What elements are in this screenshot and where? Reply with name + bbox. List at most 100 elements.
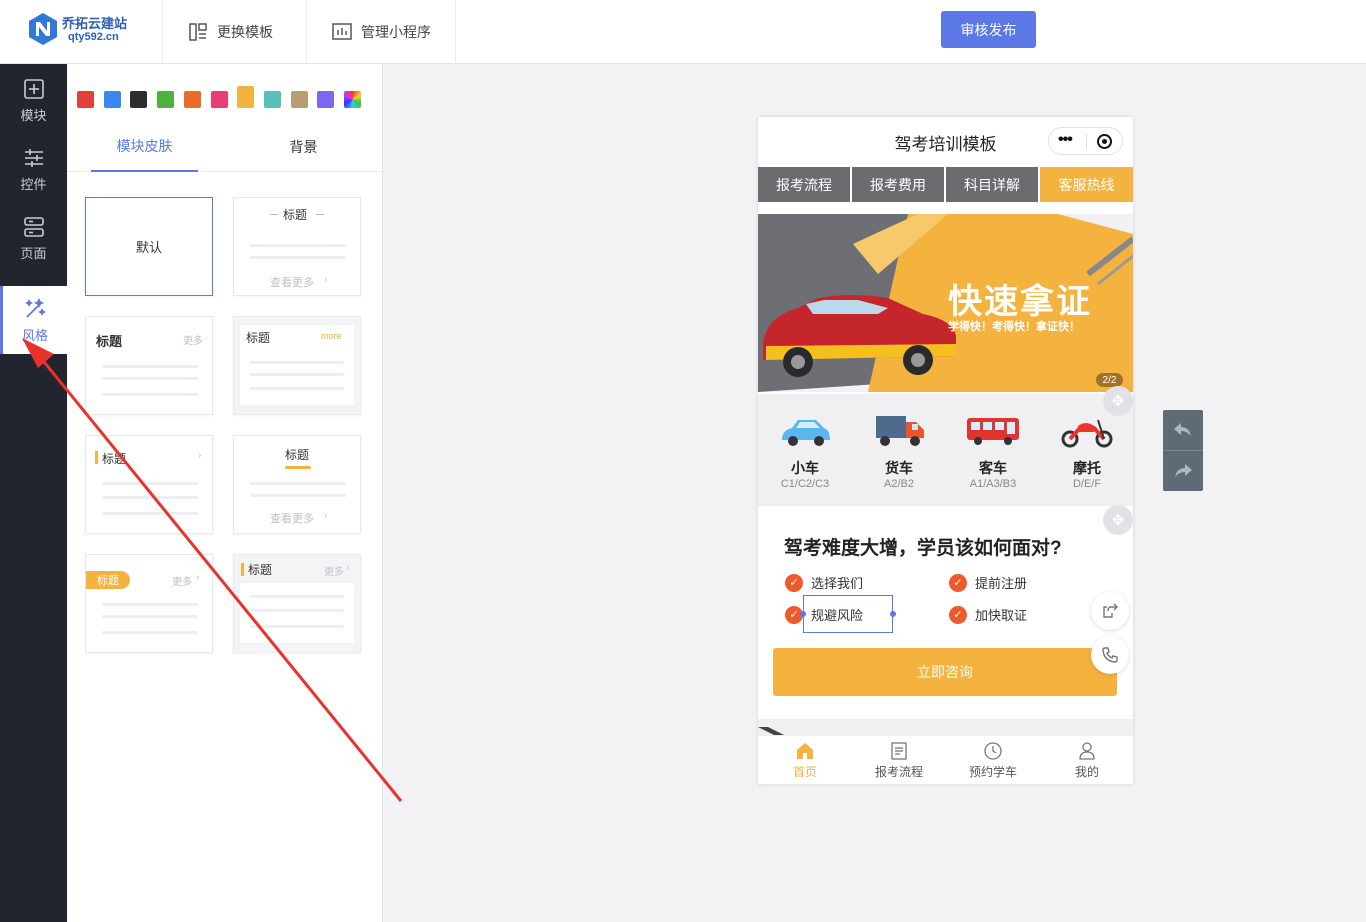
- move-handle-icon[interactable]: ✥: [1103, 505, 1133, 535]
- placeholder-line: [250, 595, 344, 598]
- tab-module-skin[interactable]: 模块皮肤: [91, 122, 198, 172]
- check-item: ✓ 选择我们: [785, 573, 863, 592]
- redo-button[interactable]: [1163, 451, 1203, 491]
- template-icon: [189, 23, 207, 41]
- color-swatch[interactable]: [210, 91, 228, 108]
- car-icon: [782, 420, 830, 446]
- vehicle-code: A1/A3/B3: [969, 478, 1017, 490]
- skin-title: 标题: [285, 448, 310, 462]
- phone-tab-2[interactable]: 报考费用: [852, 167, 944, 202]
- color-swatch[interactable]: [130, 91, 148, 108]
- vehicle-name: 货车: [885, 460, 913, 476]
- publish-button[interactable]: 审核发布: [941, 11, 1036, 48]
- placeholder-line: [102, 603, 198, 606]
- manage-miniprogram-button[interactable]: 管理小程序: [306, 0, 456, 64]
- share-button[interactable]: [1091, 592, 1129, 630]
- vehicle-item[interactable]: 货车 A2/B2: [852, 412, 946, 502]
- skin-card-underline-title[interactable]: 标题 查看更多 ›: [233, 435, 361, 534]
- nav-page-label: 页面: [20, 245, 47, 261]
- color-swatch[interactable]: [317, 91, 335, 108]
- nav-style-label: 风格: [21, 327, 48, 343]
- style-panel: 模块皮肤 背景 默认 标题 查看更多 › 标题 更多 标题 more 标题 › …: [67, 64, 383, 922]
- color-swatch[interactable]: [183, 91, 201, 108]
- motorcycle-icon: [1061, 419, 1113, 448]
- phone-header: 驾考培训模板 •••: [758, 117, 1133, 167]
- document-icon: [891, 742, 907, 760]
- change-template-button[interactable]: 更换模板: [162, 0, 297, 64]
- consult-button[interactable]: 立即咨询: [773, 648, 1117, 696]
- placeholder-line: [102, 615, 198, 618]
- pill-title: 标题: [86, 571, 130, 589]
- color-swatch[interactable]: [77, 91, 94, 108]
- resize-handle-right[interactable]: [890, 611, 896, 617]
- close-target-icon[interactable]: [1097, 134, 1112, 149]
- tabbar-label: 报考流程: [874, 765, 923, 779]
- placeholder-line: [102, 496, 198, 499]
- dash-right: [316, 214, 324, 215]
- check-icon: ✓: [949, 573, 967, 592]
- chevron-right-icon: ›: [324, 274, 328, 285]
- chevron-right-icon: ›: [324, 510, 328, 521]
- skin-inner-box: [240, 583, 354, 643]
- chevron-right-icon: ›: [346, 562, 350, 573]
- skin-card-grey-bar[interactable]: 标题 更多 ›: [233, 554, 361, 653]
- tabbar-mine[interactable]: 我的: [1040, 736, 1133, 784]
- color-swatch[interactable]: [103, 91, 121, 108]
- check-label: 选择我们: [811, 576, 864, 591]
- logo-name: 乔拓云建站: [62, 16, 128, 31]
- text-selection-box[interactable]: [803, 595, 893, 633]
- skin-card-bar-title[interactable]: 标题 ›: [85, 435, 213, 534]
- tabbar-booking[interactable]: 预约学车: [946, 736, 1040, 784]
- placeholder-line: [250, 256, 346, 259]
- nav-item-page[interactable]: 页面: [0, 204, 67, 272]
- tab-background[interactable]: 背景: [250, 122, 357, 172]
- skin-card-centered-dash[interactable]: 标题 查看更多 ›: [233, 197, 361, 296]
- phone-nav-tabs: 报考流程 报考费用 科目详解 客服热线: [758, 167, 1133, 202]
- section-divider: [758, 719, 1133, 735]
- banner-carousel[interactable]: 快速拿证 学得快！考得快！拿证快！ 2/2: [758, 214, 1133, 392]
- check-icon: ✓: [949, 605, 967, 624]
- logo[interactable]: 乔拓云建站 qty592.cn: [26, 10, 156, 54]
- vehicle-item[interactable]: 小车 C1/C2/C3: [758, 412, 852, 502]
- color-swatch[interactable]: [237, 86, 255, 108]
- tabbar-label: 预约学车: [968, 765, 1017, 779]
- title-bar-accent: [95, 451, 98, 464]
- undo-button[interactable]: [1163, 410, 1203, 450]
- move-handle-icon[interactable]: ✥: [1103, 386, 1133, 416]
- tabbar-home[interactable]: 首页: [758, 736, 852, 784]
- skin-card-bold-title[interactable]: 标题 更多: [85, 316, 213, 415]
- nav-item-control[interactable]: 控件: [0, 135, 67, 203]
- skin-card-inner-more[interactable]: 标题 more: [233, 316, 361, 415]
- skin-card-pill-title[interactable]: 标题 更多 ›: [85, 554, 213, 653]
- phone-call-button[interactable]: [1091, 636, 1129, 674]
- vehicle-name: 小车: [791, 460, 819, 476]
- placeholder-line: [250, 482, 346, 485]
- skin-card-default[interactable]: 默认: [85, 197, 213, 296]
- phone-tab-3[interactable]: 科目详解: [946, 167, 1038, 202]
- logo-domain: qty592.cn: [68, 31, 119, 43]
- view-more-text: 查看更多: [270, 513, 314, 525]
- vehicle-item[interactable]: 客车 A1/A3/B3: [946, 412, 1040, 502]
- color-swatch[interactable]: [157, 91, 175, 108]
- phone-tab-4[interactable]: 客服热线: [1040, 167, 1133, 202]
- color-swatch[interactable]: [290, 91, 308, 108]
- placeholder-line: [250, 361, 344, 364]
- placeholder-line: [102, 365, 198, 368]
- miniprogram-capsule[interactable]: •••: [1048, 127, 1123, 155]
- color-swatch[interactable]: [263, 91, 281, 108]
- vehicle-name: 摩托: [1073, 460, 1101, 476]
- plus-square-icon: [23, 78, 44, 99]
- phone-tab-1[interactable]: 报考流程: [758, 167, 850, 202]
- nav-item-style[interactable]: 风格: [0, 286, 67, 354]
- nav-item-module[interactable]: 模块: [0, 66, 67, 134]
- custom-color-swatch[interactable]: [344, 91, 361, 108]
- more-dots-icon[interactable]: •••: [1058, 131, 1073, 149]
- capsule-divider: [1086, 134, 1087, 149]
- tabbar-process[interactable]: 报考流程: [852, 736, 946, 784]
- vehicle-code: D/E/F: [1072, 478, 1102, 490]
- placeholder-line: [250, 625, 344, 628]
- user-icon: [1079, 742, 1095, 760]
- resize-handle-left[interactable]: [800, 611, 806, 617]
- logo-n-icon: [29, 13, 57, 45]
- vehicle-item[interactable]: 摩托 D/E/F: [1040, 412, 1133, 502]
